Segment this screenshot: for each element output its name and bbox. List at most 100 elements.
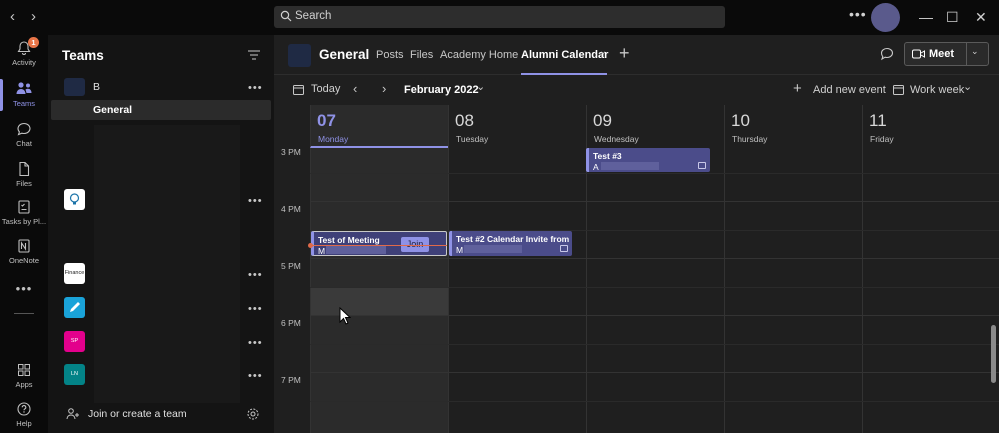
day-number: 10 [731, 111, 750, 130]
meet-button[interactable]: Meet ⌄ [904, 42, 989, 66]
add-new-event-button[interactable]: Add new event [813, 84, 886, 96]
today-button[interactable]: Today [311, 83, 340, 95]
event-title: Test of Meeting [318, 235, 380, 245]
join-create-team[interactable]: Join or create a team [48, 400, 274, 433]
tab-alumni-calendar[interactable]: Alumni Calendar [521, 49, 608, 61]
rail-item-tasks[interactable]: Tasks by Pl... [0, 199, 48, 226]
rail-label: Activity [12, 58, 36, 67]
team-more-icon[interactable]: ••• [248, 337, 263, 349]
rail-item-files[interactable]: Files [0, 161, 48, 188]
tab-files[interactable]: Files [410, 49, 433, 61]
calendar-icon [293, 85, 304, 95]
back-icon[interactable]: ‹ [10, 9, 15, 25]
rail-label: Tasks by Pl... [1, 217, 47, 226]
rail-item-onenote[interactable]: OneNote [0, 238, 48, 265]
time-label: 5 PM [281, 261, 301, 271]
tasks-icon [18, 200, 30, 214]
more-options-icon[interactable]: ••• [849, 7, 867, 21]
rail-label: Teams [12, 99, 36, 108]
day-column-friday[interactable] [862, 148, 999, 433]
team-more-icon[interactable]: ••• [248, 82, 263, 94]
team-more-icon[interactable]: ••• [248, 195, 263, 207]
tab-academy-home[interactable]: Academy Home [440, 49, 518, 61]
rail-item-chat[interactable]: Chat [0, 121, 48, 148]
search-box[interactable]: Search [274, 6, 725, 28]
half-hour-line [310, 173, 999, 174]
channel-logo [288, 44, 311, 67]
time-label: 3 PM [281, 147, 301, 157]
day-name: Wednesday [594, 134, 639, 144]
onenote-icon [18, 239, 30, 253]
chat-icon [17, 122, 31, 136]
day-column-tuesday[interactable] [448, 148, 586, 433]
rail-item-help[interactable]: Help [0, 401, 48, 428]
day-name: Thursday [732, 134, 768, 144]
channel-header: General Posts Files Academy Home Alumni … [274, 35, 999, 75]
channel-name: General [93, 104, 133, 116]
rail-item-apps[interactable]: Apps [0, 362, 48, 389]
next-week-icon[interactable]: › [382, 81, 386, 96]
maximize-icon[interactable]: ☐ [946, 9, 959, 25]
title-bar: ‹ › Search ••• — ☐ ✕ [0, 0, 999, 35]
avatar[interactable] [871, 3, 900, 32]
team-row[interactable]: SP ••• [48, 331, 274, 355]
add-tab-icon[interactable]: + [619, 44, 630, 62]
rail-label: OneNote [8, 256, 40, 265]
day-name: Friday [870, 134, 894, 144]
rail-more-icon[interactable]: ••• [0, 281, 48, 296]
half-hour-line [310, 287, 999, 288]
time-label: 7 PM [281, 375, 301, 385]
day-header-wednesday: 09 Wednesday [586, 105, 724, 148]
team-more-icon[interactable]: ••• [248, 303, 263, 315]
team-row[interactable]: ••• [48, 297, 274, 321]
event-test-2[interactable]: Test #2 Calendar Invite from M [449, 231, 572, 256]
conversation-icon[interactable] [880, 47, 894, 61]
help-icon [17, 402, 31, 416]
team-more-icon[interactable]: ••• [248, 370, 263, 382]
rail-item-activity[interactable]: 1 Activity [0, 37, 48, 67]
scrollbar-thumb[interactable] [991, 325, 996, 383]
day-header-thursday: 10 Thursday [724, 105, 862, 148]
team-row[interactable]: Finance ••• [48, 263, 274, 287]
filter-icon[interactable] [248, 50, 260, 60]
channel-general[interactable]: General [51, 100, 271, 120]
meet-label: Meet [929, 48, 955, 60]
hovered-slot[interactable] [311, 288, 448, 315]
plus-icon: + [793, 80, 802, 97]
teams-app: ‹ › Search ••• — ☐ ✕ 1 Activity Teams Ch… [0, 0, 999, 433]
meet-chevron-down-icon[interactable]: ⌄ [971, 46, 979, 57]
rail-label: Files [16, 179, 32, 188]
prev-week-icon[interactable]: ‹ [353, 81, 357, 96]
team-row[interactable]: LN ••• [48, 364, 274, 388]
day-column-thursday[interactable] [724, 148, 862, 433]
tab-chevron-down-icon[interactable]: ⌄ [599, 46, 607, 57]
rail-label: Help [16, 419, 32, 428]
search-placeholder: Search [295, 10, 332, 22]
channel-title: General [319, 47, 370, 62]
view-selector[interactable]: Work week [910, 84, 964, 96]
view-chevron-down-icon[interactable]: ⌄ [963, 80, 972, 93]
close-icon[interactable]: ✕ [975, 9, 987, 25]
month-chevron-down-icon[interactable]: ⌄ [476, 80, 485, 93]
team-row[interactable]: B ••• [48, 76, 274, 100]
day-number: 08 [455, 111, 474, 130]
add-people-icon [66, 408, 79, 420]
day-name: Monday [318, 134, 349, 144]
month-selector[interactable]: February 2022 [404, 84, 479, 96]
team-more-icon[interactable]: ••• [248, 269, 263, 281]
gear-icon[interactable] [246, 407, 260, 421]
rail-label: Apps [15, 380, 33, 389]
hour-line [310, 201, 999, 202]
mouse-cursor-icon [339, 307, 351, 325]
files-icon [19, 161, 30, 177]
minimize-icon[interactable]: — [919, 9, 933, 25]
team-row[interactable]: ••• [48, 189, 274, 213]
day-header-monday: 07 Monday [310, 105, 448, 148]
day-column-wednesday[interactable] [586, 148, 724, 433]
sp-team-icon: SP [64, 331, 85, 352]
tab-posts[interactable]: Posts [376, 49, 404, 61]
event-test-3[interactable]: Test #3 A [586, 148, 710, 172]
rail-item-teams[interactable]: Teams [0, 81, 48, 108]
forward-icon[interactable]: › [31, 9, 36, 25]
search-icon [280, 10, 292, 22]
